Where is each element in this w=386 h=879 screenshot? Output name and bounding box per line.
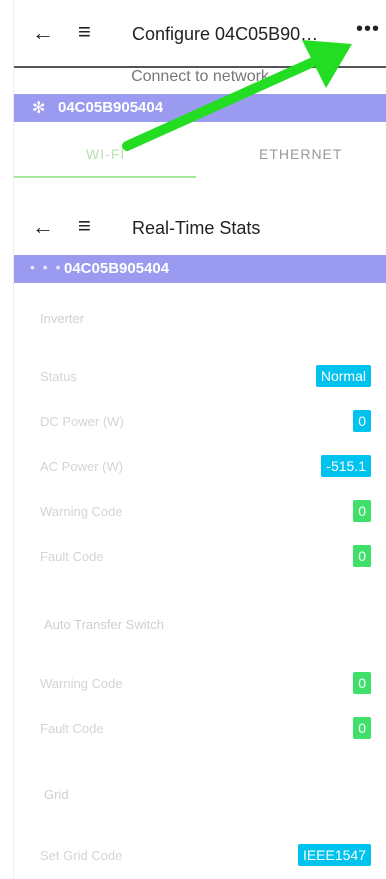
- annotation-arrow: [122, 40, 352, 151]
- screen: ← ≡ Configure 04C05B90… ••• Connect to n…: [0, 0, 386, 879]
- arrow-shaft: [122, 53, 327, 151]
